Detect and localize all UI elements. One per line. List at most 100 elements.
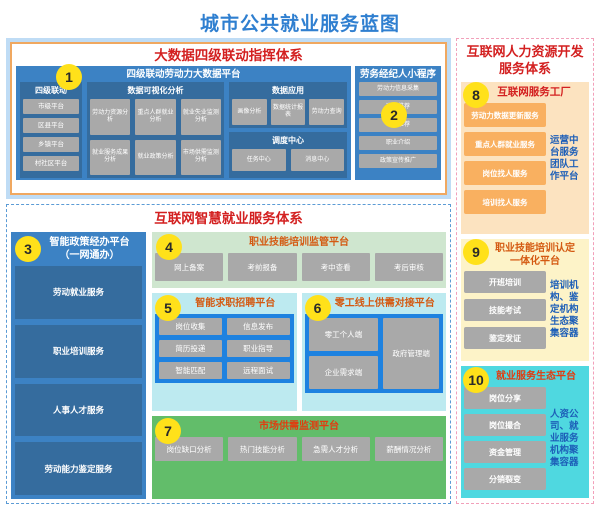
service-factory-item[interactable]: 培训找人服务 — [464, 190, 546, 214]
policy-item[interactable]: 劳动就业服务 — [15, 266, 142, 319]
blueprint-page: 城市公共就业服务蓝图 大数据四级联动指挥体系 1 四级联动劳动力大数据平台 四级… — [0, 0, 600, 508]
skill-certification-body: 开班培训 技能考试 鉴定发证 培训机构、鉴定机构生态聚集容器 — [464, 271, 586, 349]
job-matching-title: 智能求职招聘平台 — [195, 298, 276, 309]
data-application-title: 数据应用 — [272, 86, 304, 95]
employment-ecosystem-platform: 10 就业服务生态平台 岗位分享 岗位撮合 资金管理 分销裂变 人资公司、就业服… — [461, 366, 589, 498]
viz-item[interactable]: 就业服务成果分析 — [90, 139, 131, 175]
skill-certification-title-line2: 一体化平台 — [510, 256, 560, 267]
agent-miniprogram-title: 劳务经纪人小程序 — [359, 69, 436, 80]
skill-certification-item[interactable]: 技能考试 — [464, 299, 546, 321]
mid-platforms-row: 5 智能求职招聘平台 岗位收集 信息发布 简历投递 职业指导 智能匹配 远程面试… — [152, 293, 446, 411]
skill-certification-title-line1: 职业技能培训认定 — [495, 243, 575, 254]
ecosystem-item[interactable]: 资金管理 — [464, 441, 546, 463]
section-hr-development-title: 互联网人力资源开发服务体系 — [466, 44, 584, 76]
data-app-item[interactable]: 数据统计报表 — [270, 99, 306, 125]
skill-certification-item[interactable]: 开班培训 — [464, 271, 546, 293]
badge-9: 9 — [463, 239, 489, 265]
service-factory-body: 劳动力数据更新服务 重点人群就业服务 岗位找人服务 培训找人服务 运营中台服务团… — [464, 103, 586, 214]
policy-item[interactable]: 人事人才服务 — [15, 383, 142, 437]
job-matching-grid: 岗位收集 信息发布 简历投递 职业指导 智能匹配 远程面试 — [159, 318, 290, 379]
policy-title-line2: （一网通办） — [59, 250, 120, 261]
section-smart-employment: 互联网智慧就业服务体系 3 智能政策经办平台 （一网通办） 劳动就业服务 职业培… — [6, 204, 451, 504]
gig-platform-inner: 零工个人端 企业需求端 政府管理端 — [304, 314, 443, 393]
linkage-item[interactable]: 区县平台 — [23, 118, 79, 133]
linkage-item[interactable]: 村社区平台 — [23, 156, 79, 171]
section-smart-employment-title: 互联网智慧就业服务体系 — [154, 211, 303, 226]
market-monitor-item[interactable]: 薪酬情况分析 — [374, 437, 443, 461]
badge-1: 1 — [56, 64, 82, 90]
section-smart-employment-body: 3 智能政策经办平台 （一网通办） 劳动就业服务 职业培训服务 人事人才服务 劳… — [11, 232, 446, 499]
apps-dispatch-column: 数据应用 画像分析 数据统计报表 劳动力查询 调度中心 任务中心 消息中心 — [229, 82, 347, 178]
gig-platform-title: 零工线上供需对接平台 — [334, 298, 435, 309]
viz-item[interactable]: 就业政策分析 — [135, 139, 176, 175]
agent-item[interactable]: 劳动力信息采集 — [359, 82, 437, 96]
job-matching-item[interactable]: 远程面试 — [226, 362, 290, 379]
section-big-data-inner: 大数据四级联动指挥体系 1 四级联动劳动力大数据平台 四级联动 市级平台 区县平… — [10, 42, 447, 195]
section-hr-development: 互联网人力资源开发服务体系 8 互联网服务工厂 劳动力数据更新服务 重点人群就业… — [456, 38, 594, 504]
gig-platform-right: 政府管理端 — [383, 318, 439, 389]
viz-item[interactable]: 就业失业监测分析 — [180, 99, 221, 135]
section-big-data-title: 大数据四级联动指挥体系 — [154, 48, 303, 63]
job-matching-item[interactable]: 职业指导 — [226, 340, 290, 357]
badge-6: 6 — [304, 295, 331, 321]
skill-certification-item[interactable]: 鉴定发证 — [464, 327, 546, 349]
viz-item[interactable]: 市场供需监测分析 — [180, 139, 221, 175]
data-app-item[interactable]: 画像分析 — [232, 99, 267, 125]
market-monitor-item[interactable]: 热门技能分析 — [228, 437, 297, 461]
ecosystem-body: 岗位分享 岗位撮合 资金管理 分销裂变 人资公司、就业服务机构聚集容器 — [464, 387, 586, 490]
service-factory-item[interactable]: 岗位找人服务 — [464, 161, 546, 185]
dispatch-center: 调度中心 任务中心 消息中心 — [229, 132, 347, 178]
dispatch-center-title: 调度中心 — [272, 136, 304, 145]
gig-platform-item[interactable]: 零工个人端 — [308, 318, 379, 351]
training-supervision-item[interactable]: 考中查看 — [301, 253, 370, 281]
job-matching-item[interactable]: 信息发布 — [226, 318, 290, 335]
ecosystem-item[interactable]: 分销裂变 — [464, 468, 546, 490]
service-factory-items: 劳动力数据更新服务 重点人群就业服务 岗位找人服务 培训找人服务 — [464, 103, 546, 214]
gig-platform-item[interactable]: 企业需求端 — [308, 356, 379, 389]
market-monitor-grid: 岗位缺口分析 热门技能分析 急需人才分析 薪酬情况分析 — [155, 437, 443, 461]
smart-employment-right-stack: 4 职业技能培训监管平台 网上备案 考前报备 考中查看 考后审核 5 智能求职招… — [152, 232, 446, 499]
policy-platform-title: 智能政策经办平台 （一网通办） — [37, 236, 142, 262]
content-row: 大数据四级联动指挥体系 1 四级联动劳动力大数据平台 四级联动 市级平台 区县平… — [0, 38, 600, 504]
dispatch-item[interactable]: 消息中心 — [290, 149, 344, 171]
ecosystem-title: 就业服务生态平台 — [496, 371, 576, 382]
badge-3: 3 — [15, 236, 41, 262]
training-supervision-item[interactable]: 考前报备 — [228, 253, 297, 281]
data-visualization-title: 数据可视化分析 — [127, 86, 184, 95]
policy-item[interactable]: 职业培训服务 — [15, 324, 142, 378]
gig-platform-item[interactable]: 政府管理端 — [383, 318, 439, 389]
data-visualization: 数据可视化分析 劳动力资源分析 重点人群就业分析 就业失业监测分析 就业服务成果… — [87, 82, 224, 178]
job-matching-item[interactable]: 简历投递 — [159, 340, 222, 357]
gig-platform-left: 零工个人端 企业需求端 — [308, 318, 379, 389]
viz-item[interactable]: 劳动力资源分析 — [90, 99, 131, 135]
badge-4: 4 — [156, 234, 182, 260]
dispatch-center-grid: 任务中心 消息中心 — [232, 149, 344, 171]
data-application-grid: 画像分析 数据统计报表 劳动力查询 — [232, 99, 344, 125]
right-column: 互联网人力资源开发服务体系 8 互联网服务工厂 劳动力数据更新服务 重点人群就业… — [456, 38, 594, 504]
service-factory-title: 互联网服务工厂 — [497, 86, 571, 98]
labor-big-data-platform: 1 四级联动劳动力大数据平台 四级联动 市级平台 区县平台 乡镇平台 村社区平台 — [16, 64, 351, 180]
agent-miniprogram: 2 劳务经纪人小程序 劳动力信息采集 岗位推荐 培训推荐 职业介绍 政策宣传推广 — [355, 66, 441, 180]
training-supervision-item[interactable]: 考后审核 — [374, 253, 443, 281]
ecosystem-item[interactable]: 岗位撮合 — [464, 414, 546, 436]
labor-platform-columns: 四级联动 市级平台 区县平台 乡镇平台 村社区平台 数据可视化分析 劳动力资源分… — [20, 82, 347, 178]
left-column: 大数据四级联动指挥体系 1 四级联动劳动力大数据平台 四级联动 市级平台 区县平… — [6, 38, 451, 504]
service-factory-item[interactable]: 重点人群就业服务 — [464, 132, 546, 156]
agent-item[interactable]: 政策宣传推广 — [359, 154, 437, 168]
training-supervision-platform: 4 职业技能培训监管平台 网上备案 考前报备 考中查看 考后审核 — [152, 232, 446, 288]
agent-item[interactable]: 职业介绍 — [359, 136, 437, 150]
linkage-item[interactable]: 乡镇平台 — [23, 137, 79, 152]
linkage-item[interactable]: 市级平台 — [23, 99, 79, 114]
badge-10: 10 — [463, 367, 489, 393]
data-visualization-grid: 劳动力资源分析 重点人群就业分析 就业失业监测分析 就业服务成果分析 就业政策分… — [90, 99, 221, 175]
policy-item[interactable]: 劳动能力鉴定服务 — [15, 442, 142, 495]
badge-8: 8 — [463, 82, 489, 108]
ecosystem-side-label: 人资公司、就业服务机构聚集容器 — [550, 408, 579, 468]
viz-item[interactable]: 重点人群就业分析 — [135, 99, 176, 135]
job-matching-item[interactable]: 智能匹配 — [159, 362, 222, 379]
dispatch-item[interactable]: 任务中心 — [232, 149, 286, 171]
skill-certification-platform: 9 职业技能培训认定 一体化平台 开班培训 技能考试 鉴定发证 培训机构、鉴定机… — [461, 239, 589, 361]
data-app-item[interactable]: 劳动力查询 — [309, 99, 344, 125]
data-application: 数据应用 画像分析 数据统计报表 劳动力查询 — [229, 82, 347, 128]
market-monitor-item[interactable]: 急需人才分析 — [301, 437, 370, 461]
